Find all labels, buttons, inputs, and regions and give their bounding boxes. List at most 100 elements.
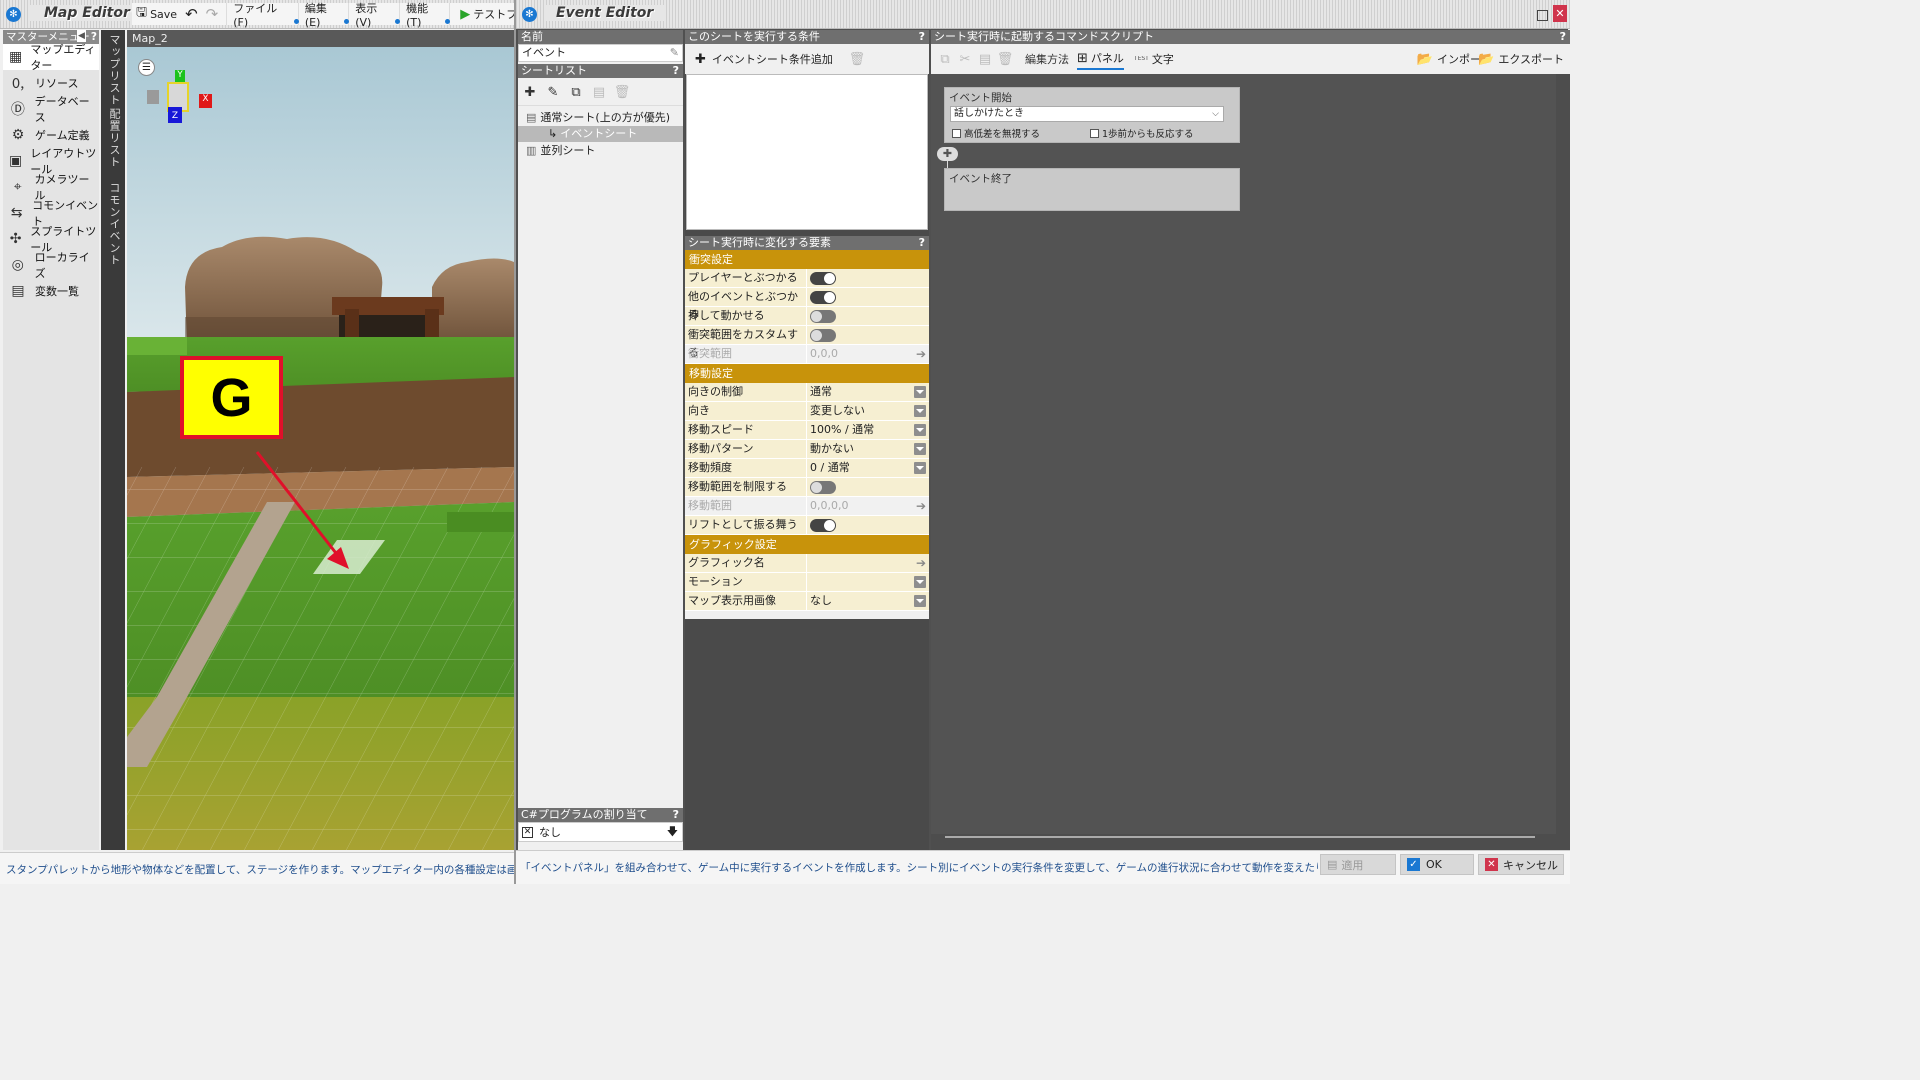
delete-sheet-button[interactable]: 🗑 <box>612 82 632 102</box>
tab-map-list[interactable]: マップリスト <box>106 34 122 106</box>
sidebar-item-variable-list[interactable]: ▤ 変数一覧 <box>3 278 99 304</box>
trigger-select[interactable]: 話しかけたとき ⌵ <box>950 106 1224 122</box>
section-movement[interactable]: 移動設定 <box>685 364 929 383</box>
edit-sheet-button[interactable]: ✎ <box>543 82 563 102</box>
panel-mode-button[interactable]: ⊞ パネル <box>1077 48 1124 70</box>
menu-edit[interactable]: 編集(E) <box>299 2 350 29</box>
toggle-switch[interactable] <box>810 272 836 285</box>
toggle-switch[interactable] <box>810 329 836 342</box>
react-one-step-checkbox[interactable]: 1歩前からも反応する <box>1090 126 1194 140</box>
tab-placement-list[interactable]: 配置リスト <box>106 108 122 168</box>
event-start-panel[interactable]: イベント開始 話しかけたとき ⌵ 高低差を無視する 1歩前からも反応する <box>944 87 1240 143</box>
tree-item-normal[interactable]: ▤ 通常シート(上の方が優先) <box>518 110 683 126</box>
sidebar-item-localize[interactable]: ◎ ローカライズ <box>3 251 99 280</box>
section-collision[interactable]: 衝突設定 <box>685 250 929 269</box>
arrow-right-icon[interactable]: ➔ <box>916 345 926 363</box>
help-icon[interactable]: ? <box>919 236 925 250</box>
dropdown-icon[interactable] <box>914 443 926 455</box>
help-icon[interactable]: ? <box>673 64 679 78</box>
conditions-list[interactable] <box>686 74 928 230</box>
toggle-switch[interactable] <box>810 519 836 532</box>
add-command-button[interactable]: ✚ <box>937 147 958 161</box>
tree-item-parallel[interactable]: ▥ 並列シート <box>518 142 683 160</box>
property-value[interactable]: 変更しない <box>807 402 929 420</box>
property-value[interactable]: 動かない <box>807 440 929 458</box>
script-canvas[interactable]: イベント開始 話しかけたとき ⌵ 高低差を無視する 1歩前からも反応する ✚ イ… <box>931 74 1556 838</box>
help-icon[interactable]: ? <box>919 30 925 44</box>
map-viewport[interactable]: Map_2 ☰ Y X Z G <box>127 30 514 850</box>
paste-sheet-button[interactable]: ▤ <box>589 82 609 102</box>
close-button[interactable]: ✕ <box>1553 5 1567 22</box>
sidebar-item-map-editor[interactable]: ▦ マップエディター <box>3 43 99 72</box>
master-menu: マスターメニュー ◀ ? ▦ マップエディター 🄁 リソース Ⓓ データベース ⚙ ゲーム定義… <box>3 30 99 850</box>
add-condition-button[interactable]: ✚ イベントシート条件追加 <box>691 49 837 69</box>
property-value[interactable] <box>807 478 929 496</box>
tree-item-event-sheet[interactable]: ↳ イベントシート <box>518 126 683 142</box>
export-button[interactable]: 📂 エクスポート <box>1478 51 1564 67</box>
collapse-icon[interactable]: ◀ <box>77 30 86 42</box>
property-value[interactable] <box>807 326 929 344</box>
edit-name-icon[interactable]: ✎ <box>670 45 679 61</box>
menu-view[interactable]: 表示(V) <box>349 2 401 29</box>
dropdown-icon[interactable] <box>914 462 926 474</box>
dropdown-icon[interactable] <box>914 386 926 398</box>
toggle-switch[interactable] <box>810 291 836 304</box>
ok-button[interactable]: ✓ OK <box>1400 854 1474 875</box>
undo-button[interactable]: ↶ <box>181 3 202 25</box>
property-value[interactable] <box>807 516 929 534</box>
copy-sheet-button[interactable]: ⧉ <box>566 82 586 102</box>
dropdown-icon[interactable] <box>914 424 926 436</box>
dropdown-icon[interactable] <box>914 576 926 588</box>
toggle-switch[interactable] <box>810 481 836 494</box>
property-value-text: 変更しない <box>810 404 865 417</box>
horizontal-scrollbar[interactable] <box>945 836 1535 838</box>
cancel-button[interactable]: ✕ キャンセル <box>1478 854 1564 875</box>
property-value[interactable]: 通常 <box>807 383 929 401</box>
copy-command-button[interactable]: ⧉ <box>935 49 955 69</box>
arrow-right-icon[interactable]: ➔ <box>916 497 926 515</box>
sidebar-item-database[interactable]: Ⓓ データベース <box>3 95 99 124</box>
property-value[interactable] <box>807 307 929 325</box>
delete-condition-button[interactable]: 🗑 <box>847 49 867 69</box>
property-value[interactable]: 0 / 通常 <box>807 459 929 477</box>
apply-button[interactable]: ▤ 適用 <box>1320 854 1396 875</box>
common-event-icon: ⇆ <box>10 205 23 221</box>
redo-button[interactable]: ↷ <box>202 3 223 25</box>
arrow-right-icon[interactable]: ➔ <box>916 554 926 572</box>
map-toolbar: 🖫 Save ↶ ↷ ファイル(F) 編集(E) 表示(V) 機能(T) ▶ テスト… <box>132 2 514 29</box>
name-field[interactable]: イベント ✎ <box>518 44 683 62</box>
property-value[interactable]: 100% / 通常 <box>807 421 929 439</box>
property-value-text: 動かない <box>810 442 854 455</box>
paste-command-button[interactable]: ▤ <box>975 49 995 69</box>
vertical-scrollbar[interactable] <box>1556 74 1570 834</box>
sheet-list-header: シートリスト? <box>518 64 683 78</box>
help-icon[interactable]: ? <box>91 30 97 44</box>
property-value[interactable] <box>807 573 929 591</box>
maximize-button[interactable] <box>1537 10 1548 21</box>
test-play-button[interactable]: ▶テストプレイ <box>456 3 514 25</box>
add-sheet-button[interactable]: ✚ <box>520 82 540 102</box>
property-value[interactable]: ➔ <box>807 554 929 572</box>
cut-command-button[interactable]: ✂ <box>955 49 975 69</box>
save-button[interactable]: 🖫 Save <box>132 3 181 25</box>
dropdown-icon[interactable] <box>914 595 926 607</box>
csharp-select[interactable]: ✕ なし 🡇 <box>518 822 683 842</box>
clear-icon[interactable]: ✕ <box>522 826 533 838</box>
menu-file[interactable]: ファイル(F) <box>226 2 299 29</box>
help-icon[interactable]: ? <box>1560 30 1566 44</box>
help-icon[interactable]: ? <box>673 808 679 822</box>
dropdown-arrow-icon[interactable]: 🡇 <box>667 823 678 842</box>
menu-tools[interactable]: 機能(T) <box>400 2 451 29</box>
property-value[interactable] <box>807 288 929 306</box>
toggle-switch[interactable] <box>810 310 836 323</box>
property-value[interactable]: なし <box>807 592 929 610</box>
section-graphic[interactable]: グラフィック設定 <box>685 535 929 554</box>
text-mode-button[interactable]: TEST 文字 <box>1134 51 1174 67</box>
axis-gizmo[interactable]: Y X Z <box>147 70 217 130</box>
tab-common-event[interactable]: コモンイベント <box>106 182 122 266</box>
delete-command-button[interactable]: 🗑 <box>995 49 1015 69</box>
map-tab[interactable]: Map_2 <box>127 30 514 47</box>
ignore-height-checkbox[interactable]: 高低差を無視する <box>952 126 1040 140</box>
dropdown-icon[interactable] <box>914 405 926 417</box>
property-value[interactable] <box>807 269 929 287</box>
